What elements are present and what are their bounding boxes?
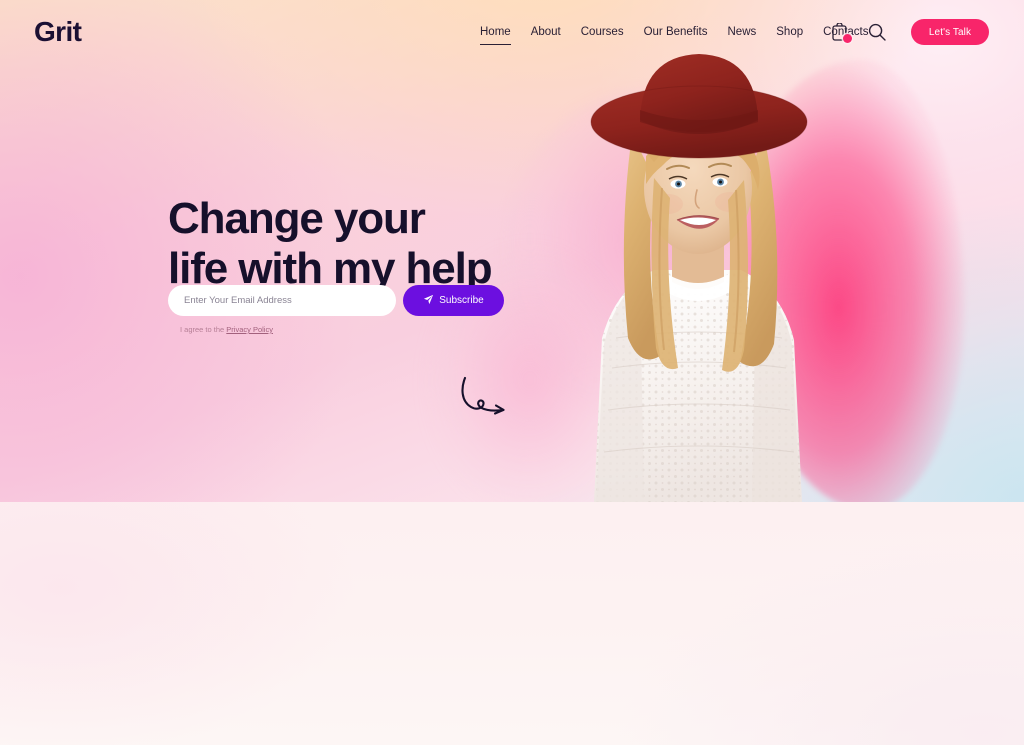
- nav-item-courses[interactable]: Courses: [571, 23, 634, 41]
- search-icon[interactable]: [866, 20, 888, 44]
- email-input[interactable]: [168, 285, 396, 316]
- hero-headline: Change your life with my help: [168, 194, 493, 294]
- nav-item-home[interactable]: Home: [470, 23, 521, 45]
- nav-item-about[interactable]: About: [521, 23, 571, 41]
- hero-section: Grit Home About Courses Our Benefits New…: [0, 0, 1024, 502]
- site-logo[interactable]: Grit: [34, 18, 82, 46]
- privacy-policy-link[interactable]: Privacy Policy: [226, 325, 273, 334]
- lets-talk-button[interactable]: Let's Talk: [911, 19, 989, 45]
- cart-badge: [843, 34, 852, 43]
- subscribe-form: Subscribe: [168, 285, 504, 316]
- consent-text: I agree to the: [180, 325, 227, 334]
- nav-links: Home About Courses Our Benefits News Sho…: [470, 23, 879, 45]
- practice-section: THE PRACTICE Our job is to help you grow…: [0, 502, 1024, 745]
- curly-arrow-icon: [459, 375, 529, 431]
- nav-item-news[interactable]: News: [718, 23, 767, 41]
- nav-item-shop[interactable]: Shop: [766, 23, 813, 41]
- paper-plane-icon: [423, 294, 434, 308]
- privacy-consent-line: I agree to the Privacy Policy: [180, 325, 273, 334]
- subscribe-button[interactable]: Subscribe: [403, 285, 504, 316]
- hero-model-photo: [536, 38, 856, 502]
- nav-icon-group: [828, 20, 888, 44]
- landing-page: Grit Home About Courses Our Benefits New…: [0, 0, 1024, 745]
- subscribe-button-label: Subscribe: [439, 295, 484, 306]
- nav-item-our-benefits[interactable]: Our Benefits: [634, 23, 718, 41]
- cart-icon[interactable]: [828, 20, 852, 44]
- main-navigation: Grit Home About Courses Our Benefits New…: [0, 0, 1024, 64]
